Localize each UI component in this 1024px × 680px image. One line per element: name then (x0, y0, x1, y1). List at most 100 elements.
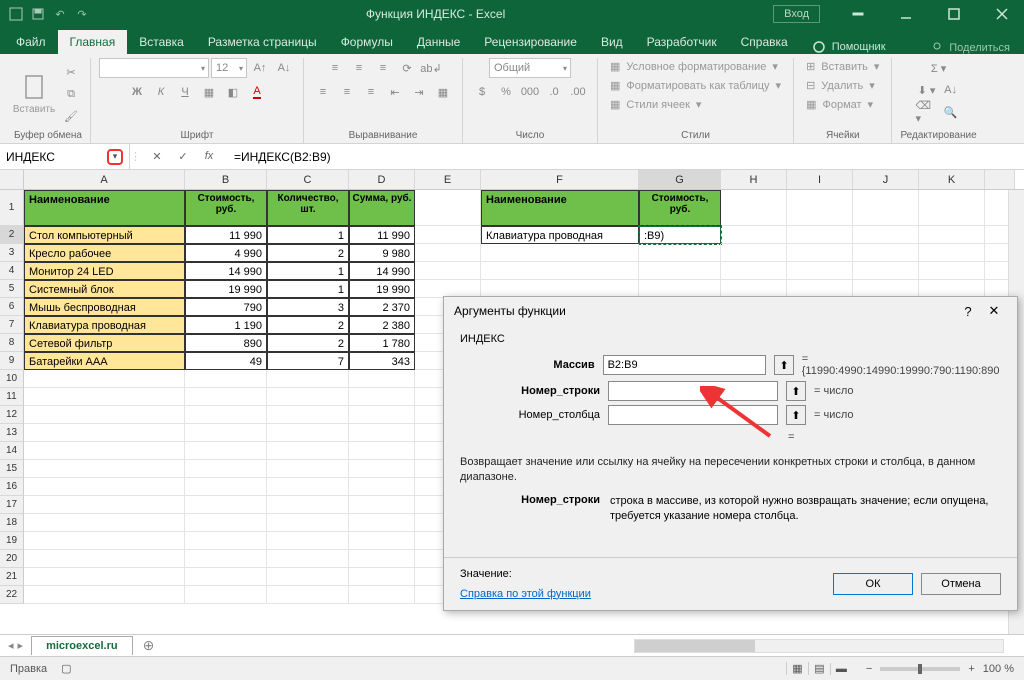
cell[interactable]: 1 (267, 226, 349, 244)
orientation-icon[interactable]: ⟳ (396, 58, 418, 78)
cell[interactable]: 343 (349, 352, 415, 370)
cell[interactable] (267, 442, 349, 460)
cell[interactable] (185, 388, 267, 406)
cut-icon[interactable]: ✂ (60, 62, 82, 82)
cell[interactable] (919, 190, 985, 226)
cell[interactable] (185, 370, 267, 388)
cell[interactable]: 790 (185, 298, 267, 316)
cell[interactable] (349, 442, 415, 460)
cell[interactable] (349, 406, 415, 424)
dialog-help-icon[interactable]: ? (955, 304, 981, 319)
cell[interactable] (185, 406, 267, 424)
copy-icon[interactable]: ⧉ (60, 84, 82, 104)
cell[interactable] (24, 442, 185, 460)
cell[interactable] (787, 244, 853, 262)
cell[interactable]: 19 990 (185, 280, 267, 298)
minimize-icon[interactable] (884, 0, 928, 28)
cell[interactable] (853, 226, 919, 244)
col-header[interactable]: E (415, 170, 481, 189)
arg-row-input[interactable] (608, 381, 778, 401)
sheet-nav-next[interactable]: ▸ (18, 639, 24, 652)
col-header[interactable]: I (787, 170, 853, 189)
horizontal-scrollbar[interactable] (634, 639, 1004, 653)
cell[interactable] (185, 532, 267, 550)
cell[interactable]: 49 (185, 352, 267, 370)
percent-icon[interactable]: % (495, 82, 517, 102)
paste-button[interactable]: Вставить (14, 66, 54, 122)
col-header[interactable]: J (853, 170, 919, 189)
cell[interactable]: Клавиатура проводная (24, 316, 185, 334)
autosum-icon[interactable]: Σ ▾ (928, 58, 950, 78)
tab-view[interactable]: Вид (589, 30, 635, 54)
cell[interactable] (267, 550, 349, 568)
fill-color-icon[interactable]: ◧ (222, 82, 244, 102)
cell[interactable]: Клавиатура проводная (481, 226, 639, 244)
name-box-dropdown[interactable]: ▾ (107, 149, 123, 165)
cell[interactable]: Монитор 24 LED (24, 262, 185, 280)
cell[interactable]: Стоимость, руб. (185, 190, 267, 226)
cell[interactable]: 2 370 (349, 298, 415, 316)
col-header[interactable]: H (721, 170, 787, 189)
cell[interactable] (853, 190, 919, 226)
zoom-out-icon[interactable]: − (866, 663, 872, 675)
col-header[interactable] (985, 170, 1015, 189)
col-header[interactable]: G (639, 170, 721, 189)
cell[interactable] (24, 514, 185, 532)
cell[interactable] (24, 586, 185, 604)
cell[interactable] (185, 550, 267, 568)
tab-developer[interactable]: Разработчик (635, 30, 729, 54)
cell[interactable] (415, 262, 481, 280)
shrink-font-icon[interactable]: A↓ (273, 58, 295, 78)
cell[interactable] (267, 388, 349, 406)
cell[interactable] (349, 460, 415, 478)
ref-select-icon[interactable]: ⬆ (774, 355, 793, 375)
font-name-combo[interactable] (99, 58, 209, 78)
cell[interactable] (639, 262, 721, 280)
cell[interactable] (349, 370, 415, 388)
cell[interactable] (185, 460, 267, 478)
cell[interactable] (24, 478, 185, 496)
cell[interactable] (349, 424, 415, 442)
cell[interactable] (349, 550, 415, 568)
cell[interactable]: Системный блок (24, 280, 185, 298)
col-header[interactable]: A (24, 170, 185, 189)
cell[interactable] (853, 262, 919, 280)
merge-icon[interactable]: ▦ (432, 82, 454, 102)
align-top-icon[interactable]: ≡ (324, 58, 346, 78)
cell[interactable] (481, 262, 639, 280)
cell[interactable] (721, 226, 787, 244)
cell[interactable] (349, 532, 415, 550)
cell[interactable] (24, 370, 185, 388)
cell[interactable] (24, 388, 185, 406)
redo-icon[interactable]: ↷ (72, 4, 92, 24)
cell[interactable]: Мышь беспроводная (24, 298, 185, 316)
cell[interactable] (267, 514, 349, 532)
cell[interactable] (415, 190, 481, 226)
align-left-icon[interactable]: ≡ (312, 82, 334, 102)
cell[interactable]: Наименование (24, 190, 185, 226)
italic-button[interactable]: К (150, 82, 172, 102)
cell[interactable]: 4 990 (185, 244, 267, 262)
share-button[interactable]: Поделиться (917, 42, 1024, 54)
cell[interactable] (24, 532, 185, 550)
cell[interactable]: Кресло рабочее (24, 244, 185, 262)
cell[interactable]: 2 380 (349, 316, 415, 334)
tab-layout[interactable]: Разметка страницы (196, 30, 329, 54)
col-header[interactable]: B (185, 170, 267, 189)
border-icon[interactable]: ▦ (198, 82, 220, 102)
cancel-button[interactable]: Отмена (921, 573, 1001, 595)
align-center-icon[interactable]: ≡ (336, 82, 358, 102)
cell[interactable] (349, 388, 415, 406)
cell[interactable]: 2 (267, 316, 349, 334)
active-cell[interactable]: :B9) (639, 226, 721, 244)
select-all-corner[interactable] (0, 170, 24, 189)
name-box[interactable]: ▾ (0, 144, 130, 169)
ref-select-icon[interactable]: ⬆ (786, 405, 806, 425)
cell[interactable] (481, 244, 639, 262)
underline-button[interactable]: Ч (174, 82, 196, 102)
cell[interactable] (415, 244, 481, 262)
fx-icon[interactable]: fx (200, 150, 218, 163)
cell[interactable]: Стол компьютерный (24, 226, 185, 244)
cell[interactable]: 14 990 (185, 262, 267, 280)
cell[interactable] (185, 478, 267, 496)
